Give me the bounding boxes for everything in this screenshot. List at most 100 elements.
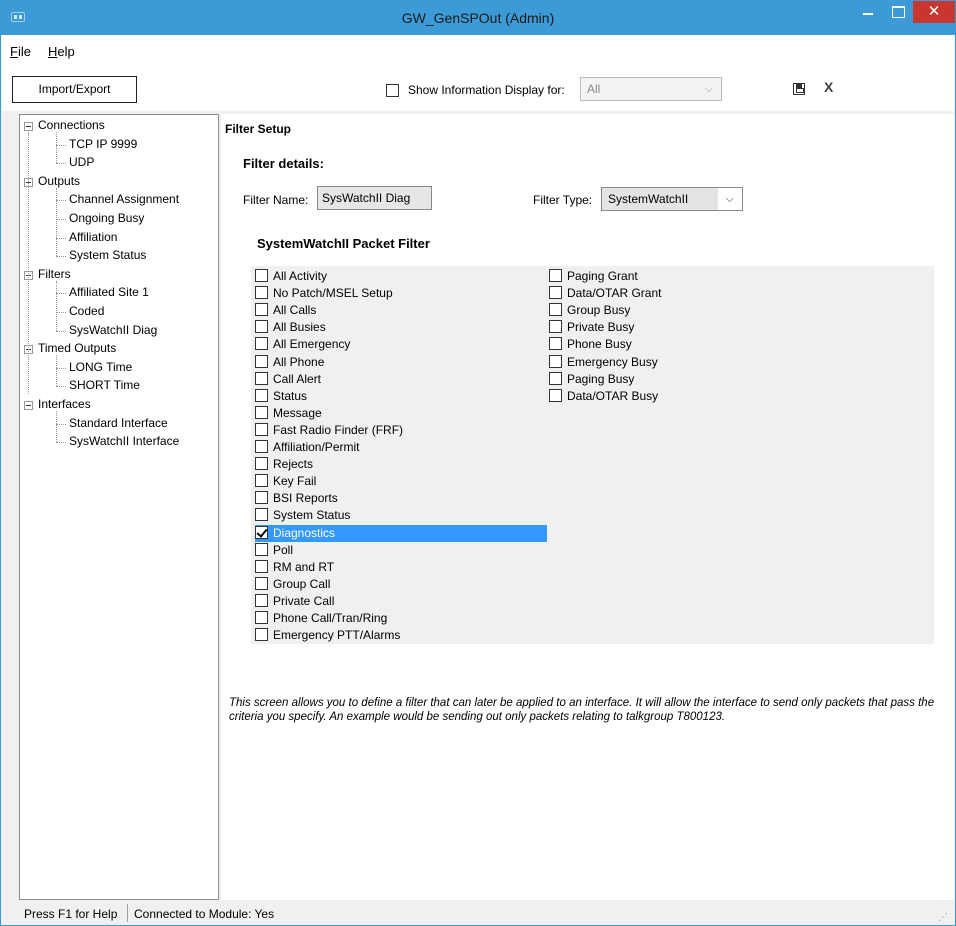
option-checkbox[interactable] (255, 474, 268, 488)
tree-node-item[interactable]: LONG Time (69, 360, 132, 374)
menu-file-mnemonic: F (10, 44, 18, 59)
maximize-button[interactable] (883, 1, 913, 23)
packet-filter-option[interactable]: All Calls (255, 302, 547, 319)
option-checkbox[interactable] (255, 593, 268, 607)
packet-filter-option[interactable]: System Status (255, 507, 547, 524)
option-checkbox[interactable] (255, 457, 268, 471)
option-checkbox[interactable] (255, 320, 268, 334)
option-checkbox[interactable] (255, 405, 268, 419)
packet-filter-option[interactable]: All Phone (255, 354, 547, 371)
option-checkbox[interactable] (549, 388, 562, 402)
packet-filter-option[interactable]: Affiliation/Permit (255, 439, 547, 456)
packet-filter-option[interactable]: Data/OTAR Busy (549, 388, 789, 405)
resize-grip-icon[interactable] (938, 911, 948, 923)
packet-filter-option[interactable]: Fast Radio Finder (FRF) (255, 422, 547, 439)
option-checkbox[interactable] (255, 508, 268, 522)
option-checkbox[interactable] (255, 611, 268, 624)
packet-filter-option[interactable]: Emergency PTT/Alarms (255, 627, 547, 644)
tree-node-group[interactable]: Outputs (38, 174, 80, 188)
packet-filter-option[interactable]: Key Fail (255, 473, 547, 490)
minimize-button[interactable] (853, 1, 883, 23)
collapse-icon[interactable] (24, 401, 33, 410)
packet-filter-option[interactable]: Group Busy (549, 302, 789, 319)
show-info-select[interactable]: All ⌵ (580, 77, 722, 101)
packet-filter-option[interactable]: Rejects (255, 456, 547, 473)
option-checkbox[interactable] (255, 269, 268, 282)
tree-node-item[interactable]: SysWatchII Interface (69, 434, 179, 448)
packet-filter-option[interactable]: Status (255, 388, 547, 405)
option-checkbox[interactable] (255, 576, 268, 590)
tree-node-item[interactable]: SHORT Time (69, 378, 140, 392)
tree-node-group[interactable]: Timed Outputs (38, 341, 116, 355)
title-bar[interactable]: GW_GenSPOut (Admin) ✕ (1, 1, 955, 35)
packet-filter-option[interactable]: No Patch/MSEL Setup (255, 285, 547, 302)
tree-node-item[interactable]: Coded (69, 304, 104, 318)
option-checkbox[interactable] (549, 371, 562, 385)
packet-filter-option[interactable]: Poll (255, 542, 547, 559)
tree-node-group[interactable]: Interfaces (38, 397, 91, 411)
option-checkbox[interactable] (255, 388, 268, 402)
packet-filter-option[interactable]: Private Call (255, 593, 547, 610)
option-checkbox[interactable] (549, 354, 562, 368)
tree-node-item[interactable]: Channel Assignment (69, 192, 179, 206)
option-label: System Status (273, 508, 351, 523)
tree-node-item[interactable]: Ongoing Busy (69, 211, 144, 225)
close-window-button[interactable]: ✕ (913, 1, 955, 23)
option-checkbox[interactable] (255, 559, 268, 573)
option-checkbox[interactable] (549, 303, 562, 317)
option-checkbox[interactable] (549, 320, 562, 334)
import-export-button[interactable]: Import/Export (12, 76, 137, 103)
option-checkbox[interactable] (255, 337, 268, 351)
collapse-icon[interactable] (24, 122, 33, 131)
tree-node-item[interactable]: TCP IP 9999 (69, 137, 137, 151)
packet-filter-option[interactable]: Emergency Busy (549, 354, 789, 371)
tree-node-item[interactable]: UDP (69, 155, 94, 169)
tree-connector (56, 280, 57, 331)
tree-connector (56, 367, 66, 369)
packet-filter-option[interactable]: Diagnostics (255, 524, 547, 542)
option-checkbox[interactable] (255, 354, 268, 368)
save-icon[interactable] (793, 83, 805, 95)
packet-filter-option[interactable]: Call Alert (255, 371, 547, 388)
option-checkbox[interactable] (255, 303, 268, 317)
packet-filter-option[interactable]: Phone Busy (549, 336, 789, 353)
filter-type-select[interactable]: SystemWatchII ⌵ (601, 187, 743, 211)
option-checkbox[interactable] (255, 286, 268, 300)
option-checkbox[interactable] (255, 440, 268, 453)
packet-filter-option[interactable]: Group Call (255, 576, 547, 593)
tree-node-item[interactable]: Affiliation (69, 230, 117, 244)
tree-node-item[interactable]: SysWatchII Diag (69, 323, 157, 337)
packet-filter-option[interactable]: Phone Call/Tran/Ring (255, 610, 547, 627)
packet-filter-option[interactable]: Paging Busy (549, 371, 789, 388)
filter-name-input[interactable]: SysWatchII Diag (317, 186, 432, 210)
packet-filter-option[interactable]: RM and RT (255, 559, 547, 576)
packet-filter-option[interactable]: Data/OTAR Grant (549, 285, 789, 302)
option-checkbox[interactable] (549, 286, 562, 300)
tree-node-item[interactable]: Affiliated Site 1 (69, 285, 149, 299)
show-info-checkbox[interactable] (386, 84, 399, 97)
option-checkbox[interactable] (255, 542, 268, 556)
menu-file[interactable]: File (10, 44, 31, 59)
tree-node-item[interactable]: Standard Interface (69, 416, 168, 430)
packet-filter-option[interactable]: Message (255, 405, 547, 422)
packet-filter-option[interactable]: Paging Grant (549, 268, 789, 285)
packet-filter-option[interactable]: All Activity (255, 268, 547, 285)
tree-connector (56, 132, 57, 164)
packet-filter-option[interactable]: Private Busy (549, 319, 789, 336)
option-checkbox[interactable] (255, 525, 268, 539)
packet-filter-option[interactable]: BSI Reports (255, 490, 547, 507)
tree-node-group[interactable]: Connections (38, 118, 105, 132)
packet-filter-option[interactable]: All Emergency (255, 336, 547, 353)
option-checkbox[interactable] (255, 371, 268, 385)
tree-node-group[interactable]: Filters (38, 267, 71, 281)
packet-filter-option[interactable]: All Busies (255, 319, 547, 336)
option-checkbox[interactable] (255, 491, 268, 505)
option-checkbox[interactable] (255, 422, 268, 436)
menu-help[interactable]: Help (48, 44, 75, 59)
tree-node-item[interactable]: System Status (69, 248, 146, 262)
menu-help-label: elp (57, 44, 75, 59)
option-checkbox[interactable] (255, 628, 268, 642)
option-checkbox[interactable] (549, 269, 562, 282)
close-panel-button[interactable]: X (824, 79, 833, 95)
option-checkbox[interactable] (549, 337, 562, 351)
